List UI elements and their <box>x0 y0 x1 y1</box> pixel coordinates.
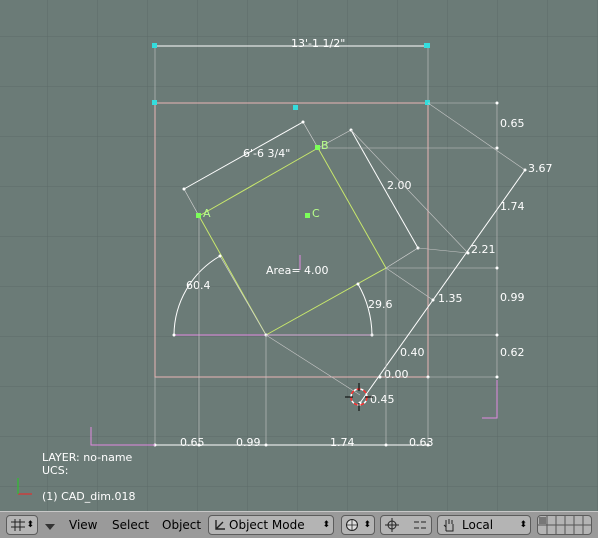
dim-total-width: 13'-1 1/2" <box>291 37 345 50</box>
dim-chain-1: 3.67 <box>528 162 553 175</box>
viewport-drawing: 13'-1 1/2" 6'-6 3/4" 2.00 60.4 29.6 Area… <box>0 0 598 511</box>
dim-chain-3: 2.21 <box>471 243 496 256</box>
hand-icon <box>443 519 454 532</box>
ucs-info: UCS: <box>42 464 69 477</box>
mode-label: Object Mode <box>229 518 305 532</box>
editor-type-arrow-icon: ⬍ <box>26 520 34 530</box>
layer-buttons[interactable] <box>537 515 592 535</box>
point-b-label: B <box>321 139 329 152</box>
dim-bottom-2: 0.99 <box>236 436 261 449</box>
pivot-select[interactable] <box>380 515 432 535</box>
grid <box>0 0 598 511</box>
orientation-arrow-icon: ⬍ <box>519 520 527 530</box>
grid-editor-icon <box>11 519 25 531</box>
area-label: Area= 4.00 <box>266 264 329 277</box>
menu-object[interactable]: Object <box>162 518 201 532</box>
layer-info: LAYER: no-name <box>42 451 133 464</box>
dim-chain-4: 1.35 <box>438 292 463 305</box>
viewport-header: ⬍ View Select Object Object Mode ⬍ ⬍ Loc… <box>0 511 598 538</box>
dim-diag: 6'-6 3/4" <box>243 147 290 160</box>
point-a-marker[interactable] <box>196 213 201 218</box>
dim-right-1: 0.65 <box>500 117 525 130</box>
draw-type-arrow-icon: ⬍ <box>363 520 371 530</box>
object-info: (1) CAD_dim.018 <box>42 490 136 503</box>
point-c-label: C <box>312 207 320 220</box>
editor-type-button[interactable]: ⬍ <box>6 515 38 535</box>
dim-right-2: 0.99 <box>500 291 525 304</box>
dim-chain-7: 0.45 <box>370 393 395 406</box>
layer-grid-icon <box>538 516 591 534</box>
dim-angle-1: 60.4 <box>186 279 211 292</box>
point-b-marker[interactable] <box>315 145 320 150</box>
dim-right-3: 0.62 <box>500 346 525 359</box>
menu-view[interactable]: View <box>69 518 97 532</box>
pivot-icon <box>385 518 399 532</box>
dim-chain-6: 0.00 <box>384 368 409 381</box>
align-icon <box>414 521 426 529</box>
dim-chain-2: 1.74 <box>500 200 525 213</box>
orientation-select[interactable]: Local ⬍ <box>437 515 531 535</box>
dim-bottom-4: 0.63 <box>409 436 434 449</box>
collapse-menu-icon[interactable] <box>44 520 56 534</box>
object-mode-icon <box>215 520 225 530</box>
mode-select[interactable]: Object Mode ⬍ <box>208 515 334 535</box>
point-a-label: A <box>203 207 211 220</box>
point-c-marker[interactable] <box>305 213 310 218</box>
sphere-shading-icon <box>346 519 358 531</box>
draw-type-select[interactable]: ⬍ <box>341 515 375 535</box>
dim-bottom-1: 0.65 <box>180 436 205 449</box>
3d-viewport[interactable]: 13'-1 1/2" 6'-6 3/4" 2.00 60.4 29.6 Area… <box>0 0 598 511</box>
dim-bottom-3: 1.74 <box>330 436 355 449</box>
mode-arrow-icon: ⬍ <box>322 520 330 530</box>
menu-select[interactable]: Select <box>112 518 149 532</box>
dim-angle-2: 29.6 <box>368 298 393 311</box>
dim-chain-5: 0.40 <box>400 346 425 359</box>
orientation-label: Local <box>462 518 494 532</box>
